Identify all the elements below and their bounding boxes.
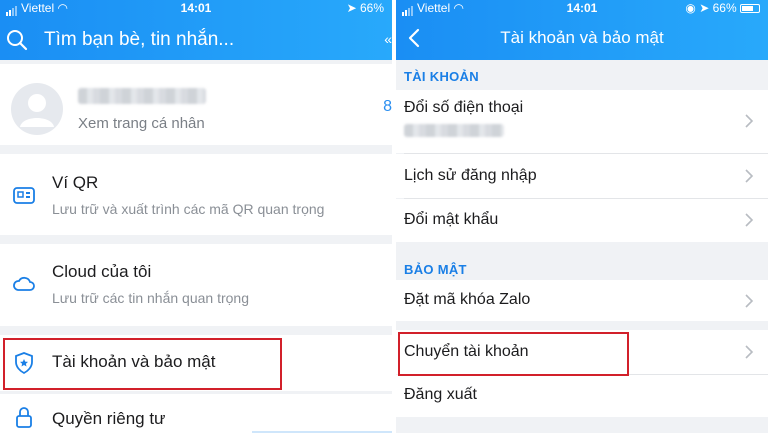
menu-item-qr-wallet[interactable]: Ví QR Lưu trữ và xuất trình các mã QR qu… — [0, 154, 392, 235]
qr-wallet-icon — [13, 187, 35, 204]
row-title: Đăng xuất — [404, 386, 477, 403]
row-login-history[interactable]: Lịch sử đăng nhập — [396, 154, 768, 198]
row-title: Đặt mã khóa Zalo — [404, 291, 531, 308]
status-right: ◉ ➤ 66% — [685, 1, 760, 15]
menu-item-subtitle: Lưu trữ và xuất trình các mã QR quan trọ… — [52, 201, 325, 217]
status-time: 14:01 — [180, 1, 212, 15]
avatar-placeholder-icon — [20, 94, 54, 127]
row-title: Đổi mật khẩu — [404, 211, 499, 228]
menu-item-title: Quyền riêng tư — [52, 409, 166, 428]
chevron-right-icon — [745, 294, 754, 308]
phone-number-blurred — [404, 124, 504, 137]
battery-percent: 66% — [359, 1, 384, 15]
row-logout[interactable]: Đăng xuất — [396, 375, 768, 417]
switch-account-edge-icon[interactable]: 8 — [383, 98, 392, 116]
row-title: Lịch sử đăng nhập — [404, 167, 537, 184]
left-screen: Viettel ◠ 14:01 ➤ 66% Tìm bạn bè, tin nh… — [0, 0, 392, 433]
right-screen: Viettel ◠ 14:01 ◉ ➤ 66% Tài khoản và bảo… — [396, 0, 768, 433]
search-header: Viettel ◠ 14:01 ➤ 66% Tìm bạn bè, tin nh… — [0, 0, 392, 60]
view-profile-label: Xem trang cá nhân — [78, 115, 205, 132]
nav-header: Viettel ◠ 14:01 ◉ ➤ 66% Tài khoản và bảo… — [396, 0, 768, 60]
location-icon: ➤ — [346, 1, 357, 15]
profile-name-blurred — [78, 88, 206, 104]
row-zalo-lock[interactable]: Đặt mã khóa Zalo — [396, 280, 768, 321]
section-label-account: TÀI KHOẢN — [404, 69, 479, 84]
menu-item-subtitle: Lưu trữ các tin nhắn quan trọng — [52, 290, 249, 306]
avatar[interactable] — [11, 83, 63, 135]
profile-card[interactable]: Xem trang cá nhân 8 — [0, 64, 392, 145]
battery-percent: 66% — [712, 1, 737, 15]
row-change-password[interactable]: Đổi mật khẩu — [396, 199, 768, 242]
lock-icon — [16, 407, 32, 428]
cloud-icon — [13, 276, 35, 291]
menu-item-title: Cloud của tôi — [52, 262, 152, 281]
status-right: ➤ 66% — [347, 1, 384, 15]
page-title: Tài khoản và bảo mật — [500, 28, 664, 47]
search-input[interactable]: Tìm bạn bè, tin nhắn... — [44, 29, 234, 51]
menu-item-privacy[interactable]: Quyền riêng tư — [0, 394, 392, 433]
section-label-security: BẢO MẬT — [404, 262, 467, 277]
row-title: Đổi số điện thoại — [404, 99, 524, 116]
location-icon: ➤ — [699, 1, 710, 15]
chevron-right-icon — [745, 345, 754, 359]
qr-scan-icon[interactable]: « — [384, 31, 392, 47]
rotation-lock-icon: ◉ — [685, 1, 696, 15]
chevron-right-icon — [745, 213, 754, 227]
status-bar: Viettel ◠ 14:01 ➤ 66% — [0, 0, 392, 16]
status-bar: Viettel ◠ 14:01 ◉ ➤ 66% — [396, 0, 768, 16]
chevron-right-icon — [745, 114, 754, 128]
menu-item-cloud[interactable]: Cloud của tôi Lưu trữ các tin nhắn quan … — [0, 244, 392, 326]
chevron-right-icon — [745, 169, 754, 183]
row-change-phone[interactable]: Đổi số điện thoại — [396, 90, 768, 153]
search-icon[interactable] — [6, 29, 28, 51]
menu-item-title: Ví QR — [52, 173, 99, 192]
highlight-box-account-security — [3, 338, 282, 390]
battery-icon — [740, 4, 760, 14]
highlight-box-switch-account — [398, 332, 629, 376]
